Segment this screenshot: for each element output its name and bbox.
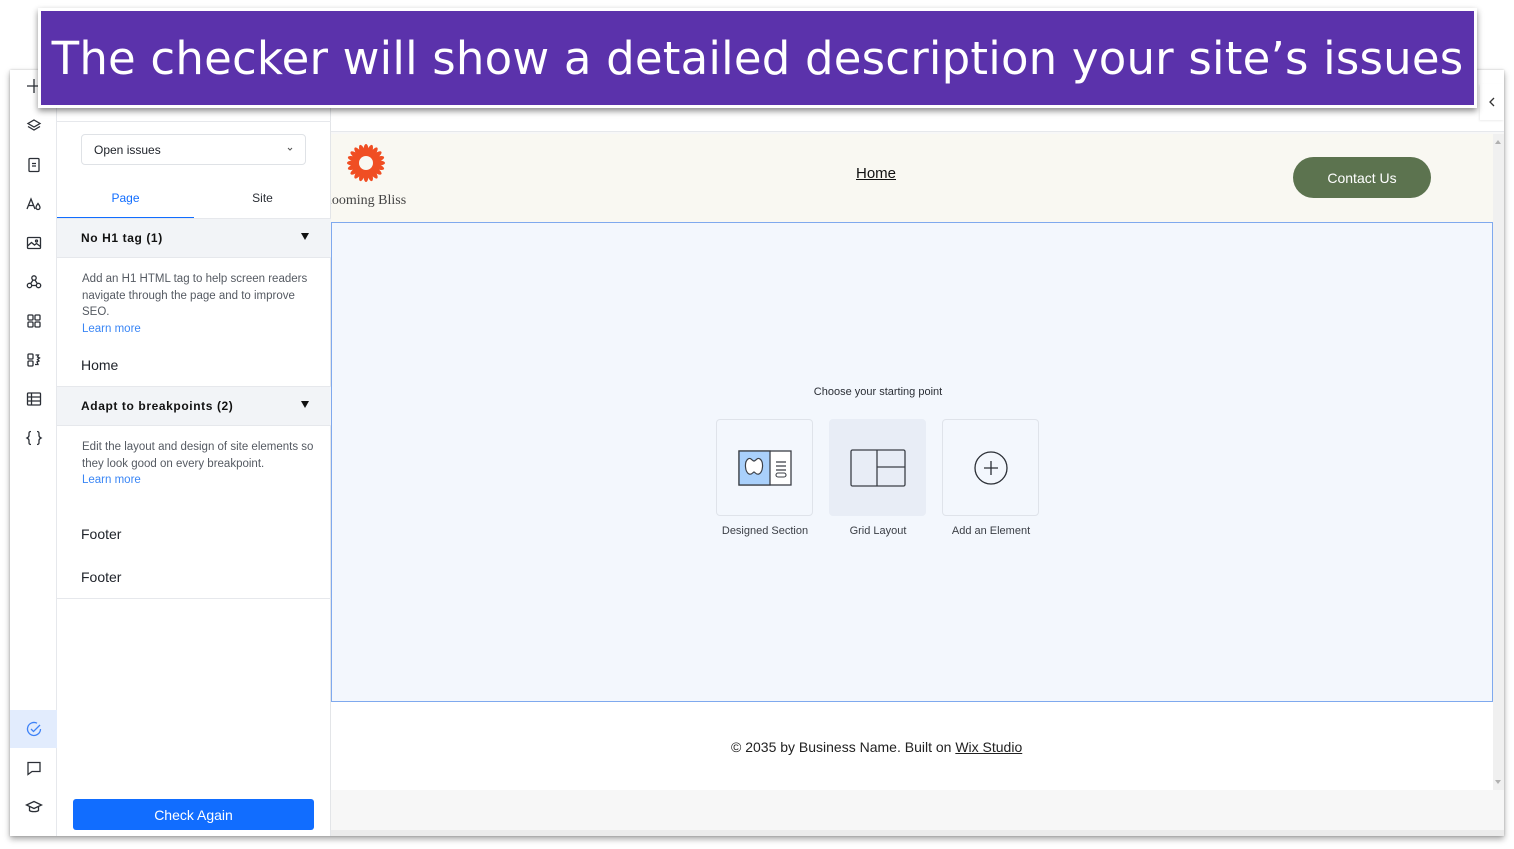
tab-site[interactable]: Site — [194, 178, 331, 218]
issue-description-text: Add an H1 HTML tag to help screen reader… — [82, 273, 308, 318]
issue-filter-dropdown[interactable]: Open issues — [81, 134, 306, 165]
scope-tabs: Page Site — [57, 178, 331, 219]
wix-studio-link[interactable]: Wix Studio — [955, 739, 1022, 755]
layers-button[interactable] — [10, 107, 57, 145]
collapse-triangle-icon — [301, 233, 309, 240]
pages-button[interactable] — [10, 146, 57, 184]
caption-text: The checker will show a detailed descrip… — [51, 31, 1464, 85]
text-color-icon — [25, 197, 41, 211]
site-design-button[interactable] — [10, 185, 57, 223]
learn-more-link[interactable]: Learn more — [82, 321, 317, 338]
tab-page[interactable]: Page — [57, 178, 194, 219]
scroll-up-arrow-icon[interactable] — [1495, 140, 1501, 144]
check-circle-icon — [26, 721, 41, 737]
scroll-down-arrow-icon[interactable] — [1495, 780, 1501, 784]
puzzle-icon — [26, 353, 41, 367]
canvas-scrollbar[interactable] — [1493, 134, 1504, 790]
cms-button[interactable] — [10, 263, 57, 301]
collapse-triangle-icon — [301, 401, 309, 408]
issue-header-no-h1[interactable]: No H1 tag (1) — [57, 218, 331, 258]
graduation-cap-icon — [24, 800, 43, 813]
site-checker-button[interactable] — [10, 710, 57, 748]
left-toolbar — [10, 70, 57, 836]
chevron-down-icon — [287, 147, 293, 151]
site-checker-panel: Open issues Page Site No H1 tag (1) Add … — [57, 70, 331, 836]
comment-icon — [26, 761, 41, 776]
canvas-bottom-area — [331, 790, 1504, 836]
apps-button[interactable] — [10, 302, 57, 340]
editor-canvas: looming Bliss Home Contact Us Choose you… — [331, 70, 1504, 836]
logo-text: looming Bliss — [331, 193, 407, 208]
site-preview: looming Bliss Home Contact Us Choose you… — [331, 134, 1493, 790]
sunflower-logo-icon — [347, 144, 385, 182]
business-apps-button[interactable] — [10, 341, 57, 379]
add-circle-icon — [973, 450, 1008, 485]
issue-description: Add an H1 HTML tag to help screen reader… — [82, 271, 317, 337]
connections-icon — [26, 275, 41, 289]
site-header[interactable]: looming Bliss Home Contact Us — [331, 134, 1493, 222]
designed-section-label: Designed Section — [721, 525, 809, 537]
logo-center — [359, 156, 373, 170]
site-footer[interactable]: © 2035 by Business Name. Built on Wix St… — [331, 702, 1493, 790]
empty-section[interactable]: Choose your starting point Designed Sect… — [331, 222, 1493, 702]
media-button[interactable] — [10, 224, 57, 262]
comments-button[interactable] — [10, 749, 57, 787]
issue-title: Adapt to breakpoints (2) — [81, 399, 234, 413]
issue-description: Edit the layout and design of site eleme… — [82, 439, 317, 489]
issue-item-footer[interactable]: Footer — [81, 569, 121, 585]
footer-copyright-text: © 2035 by Business Name. Built on — [731, 739, 956, 755]
grid-layout-label: Grid Layout — [849, 525, 907, 537]
issue-item-footer[interactable]: Footer — [81, 526, 121, 542]
contact-us-button[interactable]: Contact Us — [1293, 157, 1431, 198]
code-braces-icon — [25, 430, 42, 446]
apps-grid-icon — [26, 314, 41, 328]
designed-section-option[interactable] — [716, 419, 813, 516]
learn-button[interactable] — [10, 788, 57, 826]
page-icon — [27, 157, 40, 173]
footer-copyright: © 2035 by Business Name. Built on Wix St… — [731, 739, 1022, 755]
code-button[interactable] — [10, 419, 57, 457]
editor-window: Open issues Page Site No H1 tag (1) Add … — [10, 70, 1504, 836]
tables-button[interactable] — [10, 380, 57, 418]
learn-more-link[interactable]: Learn more — [82, 472, 317, 489]
issue-item-home[interactable]: Home — [81, 357, 118, 373]
caption-banner: The checker will show a detailed descrip… — [38, 8, 1477, 108]
add-element-label: Add an Element — [951, 525, 1031, 537]
designed-section-icon — [737, 449, 792, 486]
collapse-panel-button[interactable] — [1480, 84, 1504, 120]
divider — [57, 598, 331, 599]
issue-description-text: Edit the layout and design of site eleme… — [82, 441, 314, 470]
grid-layout-icon — [849, 448, 906, 487]
grid-layout-option[interactable] — [829, 419, 926, 516]
table-icon — [26, 392, 41, 406]
divider — [57, 121, 331, 122]
issue-header-breakpoints[interactable]: Adapt to breakpoints (2) — [57, 386, 331, 426]
layers-icon — [26, 119, 41, 131]
chevron-left-icon — [1489, 97, 1495, 107]
check-again-button[interactable]: Check Again — [73, 799, 314, 830]
choose-starting-point-title: Choose your starting point — [813, 386, 943, 398]
image-icon — [26, 236, 41, 250]
add-element-option[interactable] — [942, 419, 1039, 516]
nav-link-home[interactable]: Home — [856, 165, 896, 182]
issue-filter-value: Open issues — [94, 142, 161, 157]
issue-title: No H1 tag (1) — [81, 231, 163, 245]
